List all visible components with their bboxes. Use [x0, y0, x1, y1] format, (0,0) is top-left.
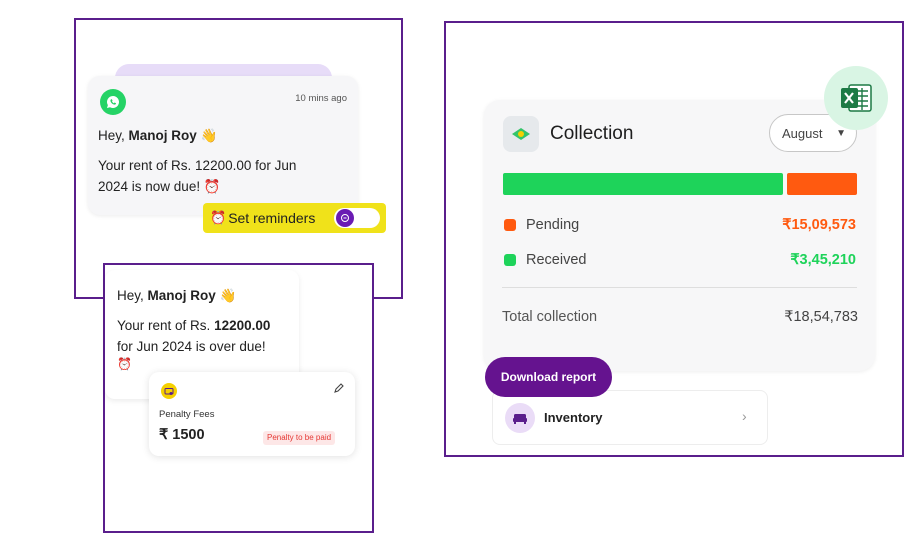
pending-legend-dot [504, 219, 516, 231]
alarm-emoji: ⏰ [203, 179, 221, 194]
due-message-line2: 2024 is now due! ⏰ [98, 179, 221, 194]
reminders-toggle[interactable] [334, 208, 380, 228]
received-value: ₹3,45,210 [790, 252, 856, 268]
set-reminders-label: Set reminders [228, 210, 316, 226]
received-label: Received [526, 252, 587, 268]
inventory-label: Inventory [544, 410, 603, 425]
alarm-clock-icon: ⏰ [210, 210, 227, 225]
chevron-right-icon: › [742, 408, 747, 424]
total-collection-label: Total collection [502, 309, 598, 325]
total-collection-value: ₹18,54,783 [784, 309, 858, 325]
divider [502, 287, 857, 288]
whatsapp-icon [100, 89, 126, 115]
overdue-tenant-name: Manoj Roy [147, 288, 216, 303]
greeting-line: Hey, Manoj Roy 👋 [98, 128, 217, 144]
month-selected-value: August [782, 125, 823, 141]
set-reminders-toggle-row[interactable]: ⏰ Set reminders [203, 203, 386, 233]
penalty-label: Penalty Fees [159, 409, 215, 420]
wallet-icon [161, 383, 177, 399]
inventory-row[interactable]: Inventory › [492, 390, 768, 445]
penalty-amount: ₹ 1500 [159, 427, 205, 443]
overdue-greeting-line: Hey, Manoj Roy 👋 [117, 288, 237, 303]
message-time: 10 mins ago [295, 93, 347, 104]
money-icon [503, 116, 539, 152]
pending-progress-bar [787, 173, 857, 195]
edit-pencil-icon[interactable] [333, 382, 345, 394]
due-message-line1: Your rent of Rs. 12200.00 for Jun [98, 158, 297, 173]
tenant-name: Manoj Roy [128, 128, 197, 143]
overdue-message: Your rent of Rs. 12200.00 for Jun 2024 i… [117, 315, 297, 371]
pending-value: ₹15,09,573 [782, 217, 856, 233]
greeting-prefix: Hey, [98, 128, 125, 143]
overdue-amount: 12200.00 [214, 318, 271, 333]
received-legend-dot [504, 254, 516, 266]
pending-label: Pending [526, 217, 580, 233]
wave-emoji: 👋 [219, 288, 237, 303]
received-progress-bar [503, 173, 783, 195]
download-report-button[interactable]: Download report [485, 357, 612, 397]
due-message: Your rent of Rs. 12200.00 for Jun 2024 i… [98, 155, 296, 197]
wave-emoji: 👋 [200, 128, 218, 143]
penalty-status-badge: Penalty to be paid [263, 431, 336, 445]
excel-icon[interactable] [824, 66, 888, 130]
alarm-emoji: ⏰ [117, 357, 132, 371]
penalty-fees-card[interactable]: Penalty Fees ₹ 1500 Penalty to be paid [149, 372, 355, 456]
chevron-down-icon: ▼ [836, 128, 846, 139]
toggle-logo-icon [341, 214, 349, 222]
bed-icon [505, 403, 535, 433]
collection-title: Collection [550, 123, 634, 144]
toggle-knob [336, 209, 354, 227]
